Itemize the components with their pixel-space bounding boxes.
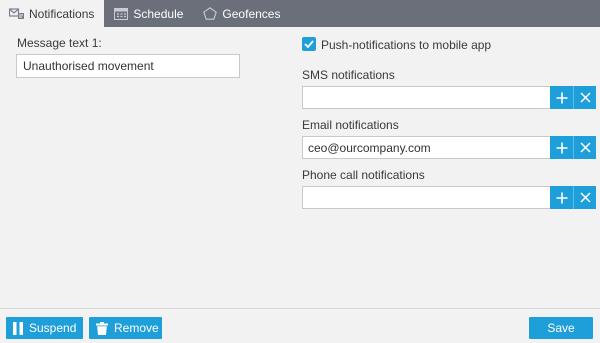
email-notifications-label: Email notifications [302, 118, 399, 132]
notifications-icon [9, 7, 25, 21]
sms-add-button[interactable] [550, 86, 573, 109]
close-icon [579, 92, 591, 103]
suspend-label: Suspend [29, 321, 77, 335]
phone-call-notifications-input[interactable] [302, 186, 550, 209]
plus-icon [556, 142, 567, 153]
pause-icon [13, 321, 23, 335]
sms-clear-button[interactable] [573, 86, 596, 109]
suspend-button[interactable]: Suspend [6, 317, 83, 339]
tab-label: Schedule [133, 6, 184, 21]
pentagon-icon [202, 7, 218, 21]
plus-icon [556, 192, 567, 203]
email-clear-button[interactable] [573, 136, 596, 159]
push-notifications-checkbox[interactable] [302, 37, 316, 51]
save-button[interactable]: Save [529, 317, 593, 339]
close-icon [579, 142, 591, 153]
checkmark-icon [304, 40, 314, 48]
tab-label: Geofences [222, 6, 281, 21]
email-add-button[interactable] [550, 136, 573, 159]
remove-button[interactable]: Remove [89, 317, 162, 339]
tab-bar: Notifications Schedule Geofences [0, 0, 600, 27]
sms-notifications-label: SMS notifications [302, 68, 395, 82]
tab-label: Notifications [29, 6, 95, 21]
calendar-icon [113, 7, 129, 21]
close-icon [579, 192, 591, 203]
push-notifications-label: Push-notifications to mobile app [321, 38, 492, 52]
phone-input-group [302, 186, 596, 209]
footer-toolbar: Suspend Remove Save [0, 308, 600, 343]
message-text-input[interactable] [16, 54, 240, 78]
tab-notifications[interactable]: Notifications [0, 0, 105, 27]
email-input-group [302, 136, 596, 159]
phone-add-button[interactable] [550, 186, 573, 209]
remove-label: Remove [114, 321, 159, 335]
message-text-label: Message text 1: [17, 36, 102, 50]
tab-schedule[interactable]: Schedule [104, 0, 193, 27]
phone-clear-button[interactable] [573, 186, 596, 209]
sms-notifications-input[interactable] [302, 86, 550, 109]
tab-geofences[interactable]: Geofences [193, 0, 290, 27]
notifications-panel: Message text 1: Push-notifications to mo… [0, 27, 600, 308]
plus-icon [556, 92, 567, 103]
sms-input-group [302, 86, 596, 109]
phone-call-notifications-label: Phone call notifications [302, 168, 425, 182]
email-notifications-input[interactable] [302, 136, 550, 159]
save-label: Save [547, 321, 575, 335]
trash-icon [96, 321, 108, 335]
